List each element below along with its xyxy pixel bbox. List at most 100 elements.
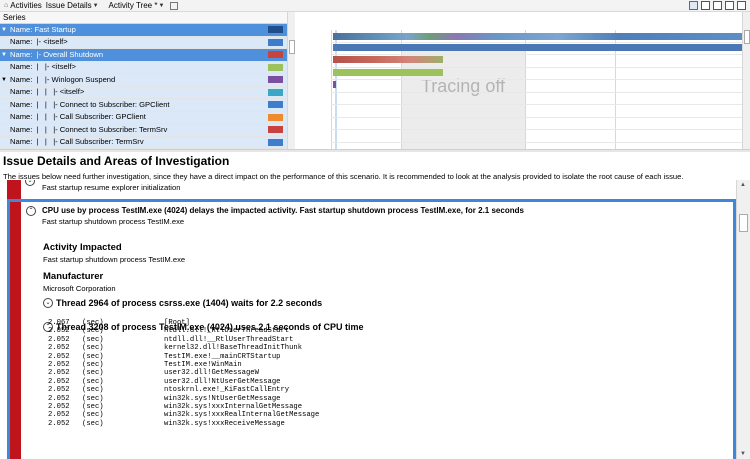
activities-tab[interactable]: ⌂ Activities (4, 1, 42, 10)
stack-frame: [Root] (164, 319, 190, 327)
series-row-label: Name: |- Overall Shutdown (10, 49, 104, 59)
series-column-header[interactable]: Series (0, 12, 287, 24)
row-divider (331, 92, 742, 93)
expand-triangle-icon[interactable]: ▼ (0, 27, 8, 33)
stack-frame-row: 2.052 (sec) TestIM.exe!__mainCRTStartup (48, 353, 319, 361)
top-toolbar: ⌂ Activities Issue Details ▼ Activity Tr… (0, 0, 750, 12)
stack-frame-row: 2.052 (sec) TestIM.exe!WinMain (48, 361, 319, 369)
series-row[interactable]: Name: | | |- Connect to Subscriber: GPCl… (0, 99, 287, 112)
series-color-swatch[interactable] (268, 138, 283, 146)
previous-issue-item[interactable]: ⌄ Fast startup resume explorer initializ… (21, 180, 735, 194)
stack-frame: ntoskrnl.exe!_KiFastCallEntry (164, 386, 290, 395)
call-stack: 2.067 (sec) [Root] 2.052 (sec) ntdll.dll!_Rtl… (48, 319, 319, 428)
pane-splitter[interactable] (0, 149, 750, 152)
series-row[interactable]: Name: |- <itself> (0, 36, 287, 49)
series-row-label: Name: | | |- <itself> (10, 87, 85, 97)
stack-value: 2.052 (48, 361, 70, 370)
series-row-label: Name: Fast Startup (10, 24, 76, 34)
winlogon-suspend-bar[interactable] (333, 81, 336, 88)
series-row-label: Name: | | |- Connect to Subscriber: GPCl… (10, 99, 170, 109)
issue-details-dropdown[interactable]: Issue Details ▼ (46, 1, 99, 10)
stack-value: 2.052 (48, 411, 70, 420)
activity-tree-label: Activity Tree * (108, 1, 158, 10)
series-color-swatch[interactable] (268, 38, 283, 46)
stack-frame-row: 2.052 (sec) ntoskrnl.exe!_KiFastCallEntry (48, 386, 319, 394)
stack-frame: ntdll.dll!_RtlUserThreadStart (164, 327, 290, 336)
layout-graph-table-button[interactable] (689, 1, 698, 10)
expand-icon[interactable] (170, 1, 179, 10)
expand-triangle-icon[interactable]: ▼ (0, 52, 8, 58)
issue-card-heading: CPU use by process TestIM.exe (4024) del… (42, 206, 524, 215)
row-divider (331, 129, 742, 130)
previous-issue-text: Fast startup resume explorer initializat… (42, 183, 181, 192)
stack-frame-row: 2.052 (sec) win32k.sys!xxxRealInternalGetM… (48, 411, 319, 419)
series-row[interactable]: ▼ Name: Fast Startup (0, 24, 287, 37)
series-scrollbar[interactable] (287, 12, 295, 149)
thread-title: Thread 2964 of process csrss.exe (1404) … (56, 298, 323, 308)
row-divider (331, 42, 742, 43)
maximize-button[interactable] (725, 1, 734, 10)
stack-value: 2.052 (48, 327, 70, 336)
fast-startup-bar[interactable] (333, 33, 742, 40)
series-color-swatch[interactable] (268, 26, 283, 34)
layout-table-button[interactable] (701, 1, 710, 10)
overall-shutdown-itself-bar[interactable] (333, 69, 443, 76)
row-divider (331, 67, 742, 68)
series-color-swatch[interactable] (268, 101, 283, 109)
stack-unit: (sec) (82, 386, 104, 395)
series-row[interactable]: Name: | |- <itself> (0, 61, 287, 74)
series-color-swatch[interactable] (268, 76, 283, 84)
activity-tree-dropdown[interactable]: Activity Tree * ▼ (109, 1, 165, 10)
timeline-graph[interactable]: Tracing off (295, 12, 742, 149)
stack-frame-row: 2.052 (sec) ntdll.dll!__RtlUserThreadStart (48, 336, 319, 344)
scroll-up-icon[interactable]: ▲ (740, 182, 746, 188)
stack-unit: (sec) (82, 377, 104, 386)
stack-frame: user32.dll!NtUserGetMessage (164, 377, 281, 386)
row-divider (331, 54, 742, 55)
stack-frame-row: 2.052 (sec) win32k.sys!xxxReceiveMessage (48, 420, 319, 428)
overall-shutdown-bar[interactable] (333, 56, 443, 63)
chevron-up-icon[interactable]: ⌃ (26, 206, 36, 216)
series-row-label: Name: | |- Winlogon Suspend (10, 74, 116, 84)
chevron-down-icon: ▼ (158, 2, 165, 9)
series-row[interactable]: ▼ Name: |- Overall Shutdown (0, 49, 287, 62)
layout-graph-button[interactable] (713, 1, 722, 10)
stack-frame: ntdll.dll!__RtlUserThreadStart (164, 335, 294, 344)
series-row[interactable]: ▼ Name: | |- Winlogon Suspend (0, 74, 287, 87)
stack-unit: (sec) (82, 344, 104, 353)
scrollbar-thumb[interactable] (744, 30, 750, 44)
stack-frame: win32k.sys!xxxRealInternalGetMessage (164, 411, 320, 420)
chevron-down-icon[interactable]: ⌄ (43, 298, 53, 308)
series-row[interactable]: Name: | | |- <itself> (0, 86, 287, 99)
stack-frame: TestIM.exe!__mainCRTStartup (164, 352, 281, 361)
itself-bar[interactable] (333, 44, 742, 51)
thread-item-collapsed[interactable]: ⌄ Thread 2964 of process csrss.exe (1404… (43, 298, 322, 308)
series-color-swatch[interactable] (268, 51, 283, 59)
series-row-label: Name: | | |- Call Subscriber: TermSrv (10, 137, 144, 147)
issue-details-title: Issue Details and Areas of Investigation (3, 154, 230, 168)
stack-unit: (sec) (82, 369, 104, 378)
scrollbar-thumb[interactable] (739, 214, 748, 232)
series-color-swatch[interactable] (268, 88, 283, 96)
severity-bar (10, 202, 21, 459)
row-divider (331, 117, 742, 118)
stack-frame: user32.dll!GetMessageW (164, 369, 259, 378)
series-color-swatch[interactable] (268, 113, 283, 121)
series-color-swatch[interactable] (268, 63, 283, 71)
scroll-down-icon[interactable]: ▼ (740, 451, 746, 457)
series-row[interactable]: Name: | | |- Call Subscriber: TermSrv (0, 136, 287, 149)
stack-value: 2.052 (48, 335, 70, 344)
expand-triangle-icon[interactable]: ▼ (0, 77, 8, 83)
close-button[interactable] (737, 1, 746, 10)
series-row[interactable]: Name: | | |- Connect to Subscriber: Term… (0, 124, 287, 137)
stack-frame-row: 2.052 (sec) win32k.sys!NtUserGetMessage (48, 395, 319, 403)
row-divider (331, 79, 742, 80)
timeline-scrollbar[interactable] (742, 12, 750, 149)
row-divider (331, 142, 742, 143)
home-icon: ⌂ (4, 2, 9, 9)
series-color-swatch[interactable] (268, 126, 283, 134)
chevron-down-icon[interactable]: ⌄ (25, 180, 35, 186)
series-row[interactable]: Name: | | |- Call Subscriber: GPClient (0, 111, 287, 124)
issue-card-subtitle: Fast startup shutdown process TestIM.exe (42, 217, 185, 226)
details-scrollbar[interactable]: ▲ ▼ (736, 180, 750, 459)
